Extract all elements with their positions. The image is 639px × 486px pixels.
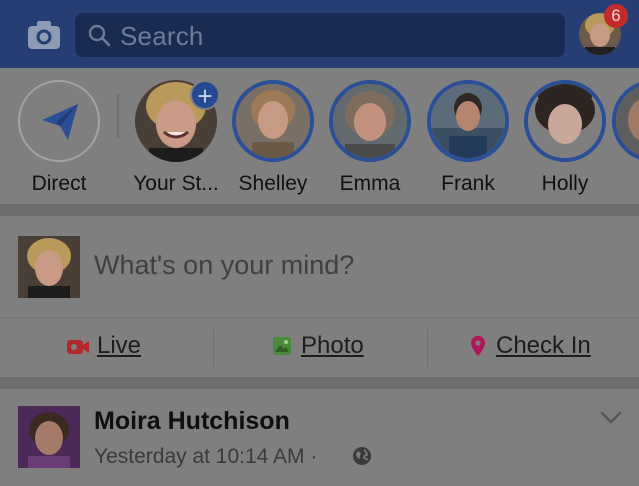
plus-icon[interactable]: + [190,80,220,110]
status-composer[interactable]: What's on your mind? [0,216,639,317]
story-avatar [524,80,606,162]
composer-actions: Live Photo Check In [0,317,639,378]
story-direct[interactable]: Direct [9,80,109,195]
section-divider [0,204,639,216]
search-icon [88,24,111,47]
feed-post: Moira Hutchison Yesterday at 10:14 AM · [0,389,639,486]
post-author-name[interactable]: Moira Hutchison [94,407,290,436]
check-in-label: Check In [496,332,591,359]
search-input[interactable]: Search [75,13,565,57]
direct-circle [18,80,100,162]
section-divider [0,377,639,389]
story-avatar [232,80,314,162]
check-in-button[interactable]: Check In [470,318,610,378]
story-frank[interactable]: Frank [418,80,518,195]
story-emma[interactable]: Emma [320,80,420,195]
composer-prompt[interactable]: What's on your mind? [94,250,354,281]
story-shelley[interactable]: Shelley [223,80,323,195]
notification-badge[interactable]: 6 [604,4,628,28]
photo-label: Photo [301,332,364,359]
story-holly[interactable]: Holly [515,80,615,195]
live-button[interactable]: Live [66,318,206,378]
facebook-app: Search 6 Direct Your St... + Shelley Emm… [0,0,639,486]
photo-icon [273,337,291,355]
live-video-icon [67,340,89,354]
story-avatar [612,80,639,162]
action-divider [213,330,214,366]
search-placeholder: Search [120,21,204,51]
globe-icon [353,447,371,465]
stories-strip: Direct Your St... + Shelley Emma Frank H… [0,68,639,204]
composer-avatar [18,236,80,298]
camera-icon[interactable] [26,19,62,51]
stories-divider [117,94,119,138]
story-partial[interactable] [612,80,639,162]
story-label: Holly [541,172,589,195]
post-author-avatar[interactable] [18,406,80,468]
live-label: Live [97,332,142,359]
story-avatar [427,80,509,162]
story-avatar [329,80,411,162]
action-divider [427,330,428,366]
top-bar: Search 6 [0,0,639,68]
paper-plane-icon [42,104,78,140]
location-pin-icon [471,336,485,356]
photo-button[interactable]: Photo [272,318,412,378]
chevron-down-icon[interactable] [600,411,622,425]
post-timestamp[interactable]: Yesterday at 10:14 AM · [94,445,317,469]
